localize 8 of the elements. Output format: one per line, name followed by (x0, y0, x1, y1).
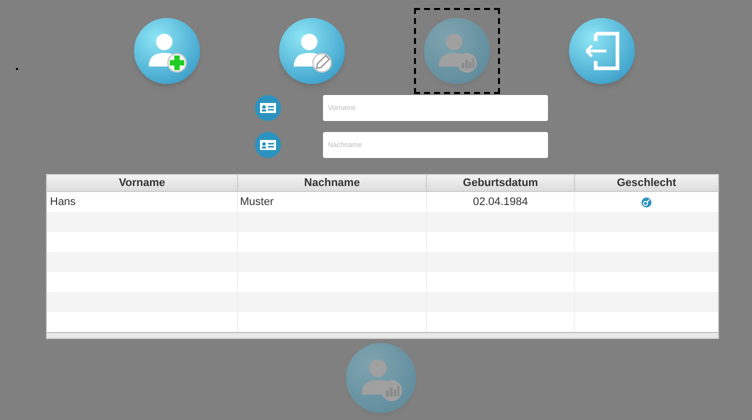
horizontal-scrollbar[interactable] (47, 332, 718, 338)
table-cell-text: 02.04.1984 (472, 194, 528, 210)
table-cell-text: Muster (240, 194, 274, 210)
id-card-icon (254, 131, 282, 159)
column-header[interactable]: Vorname (47, 175, 237, 192)
dot-mark (16, 68, 18, 70)
id-card-icon (254, 94, 282, 122)
table-cell-text: Hans (50, 194, 76, 210)
